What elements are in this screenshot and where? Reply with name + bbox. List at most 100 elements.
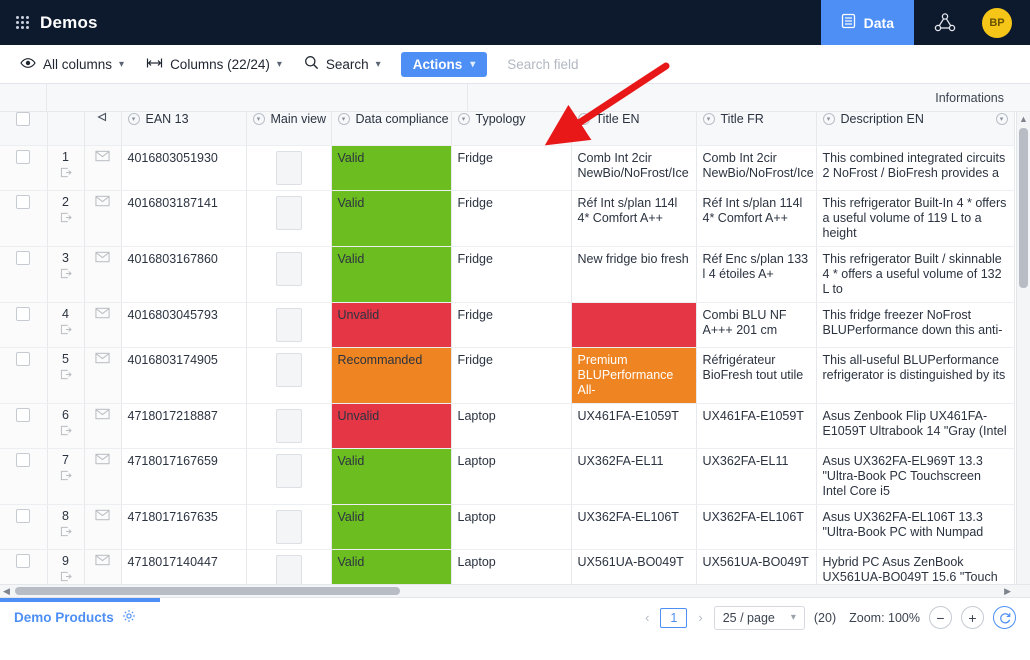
- scroll-left-icon[interactable]: ◀: [0, 586, 13, 597]
- columns-button[interactable]: Columns (22/24) ▾: [138, 53, 290, 76]
- header-description-en[interactable]: ▾ Description EN ▾: [816, 112, 1014, 145]
- cell-ean13[interactable]: 4718017140447: [121, 549, 246, 584]
- vertical-scrollbar[interactable]: ▲: [1016, 112, 1030, 584]
- envelope-icon[interactable]: [95, 409, 110, 423]
- cell-title-en[interactable]: Comb Int 2cir NewBio/NoFrost/Ice: [571, 145, 696, 190]
- cell-title-fr[interactable]: Réfrigérateur BioFresh tout utile: [696, 347, 816, 403]
- cell-data-compliance[interactable]: Valid: [331, 190, 451, 246]
- cell-data-compliance[interactable]: Valid: [331, 549, 451, 584]
- row-checkbox-cell[interactable]: [0, 549, 47, 584]
- table-row[interactable]: 34016803167860ValidFridgeNew fridge bio …: [0, 246, 1014, 302]
- table-row[interactable]: 74718017167659ValidLaptopUX362FA-EL11UX3…: [0, 448, 1014, 504]
- open-record-icon[interactable]: [60, 324, 72, 339]
- row-checkbox-cell[interactable]: [0, 504, 47, 549]
- next-page-button[interactable]: ›: [696, 610, 704, 625]
- open-record-icon[interactable]: [60, 212, 72, 227]
- cell-title-fr[interactable]: UX362FA-EL11: [696, 448, 816, 504]
- product-thumbnail-icon[interactable]: [276, 353, 302, 387]
- avatar[interactable]: BP: [982, 8, 1012, 38]
- zoom-out-button[interactable]: −: [929, 606, 952, 629]
- cell-ean13[interactable]: 4718017218887: [121, 403, 246, 448]
- cell-description-en[interactable]: Asus Zenbook Flip UX461FA-E1059T Ultrabo…: [816, 403, 1014, 448]
- row-checkbox[interactable]: [16, 195, 30, 209]
- chevron-down-icon[interactable]: ▾: [996, 113, 1008, 125]
- cell-typology[interactable]: Fridge: [451, 246, 571, 302]
- cell-main-view[interactable]: [246, 190, 331, 246]
- cell-ean13[interactable]: 4016803167860: [121, 246, 246, 302]
- header-typology[interactable]: ▾ Typology: [451, 112, 571, 145]
- product-thumbnail-icon[interactable]: [276, 308, 302, 342]
- row-checkbox-cell[interactable]: [0, 145, 47, 190]
- header-title-fr[interactable]: ▾ Title FR: [696, 112, 816, 145]
- row-checkbox-cell[interactable]: [0, 448, 47, 504]
- open-record-icon[interactable]: [60, 167, 72, 182]
- cell-description-en[interactable]: Hybrid PC Asus ZenBook UX561UA-BO049T 15…: [816, 549, 1014, 584]
- cell-data-compliance[interactable]: Valid: [331, 246, 451, 302]
- cell-main-view[interactable]: [246, 504, 331, 549]
- envelope-icon[interactable]: [95, 353, 110, 367]
- cell-data-compliance[interactable]: Valid: [331, 145, 451, 190]
- cell-description-en[interactable]: This fridge freezer NoFrost BLUPerforman…: [816, 302, 1014, 347]
- prev-page-button[interactable]: ‹: [643, 610, 651, 625]
- actions-button[interactable]: Actions ▾: [401, 52, 488, 77]
- cell-typology[interactable]: Fridge: [451, 302, 571, 347]
- row-checkbox[interactable]: [16, 453, 30, 467]
- cell-main-view[interactable]: [246, 246, 331, 302]
- scroll-up-icon[interactable]: ▲: [1019, 112, 1028, 126]
- cell-typology[interactable]: Fridge: [451, 145, 571, 190]
- cell-title-fr[interactable]: Réf Int s/plan 114l 4* Comfort A++: [696, 190, 816, 246]
- select-all-checkbox[interactable]: [16, 112, 30, 126]
- search-input[interactable]: [507, 57, 757, 72]
- cell-data-compliance[interactable]: Unvalid: [331, 403, 451, 448]
- chevron-down-icon[interactable]: ▾: [253, 113, 265, 125]
- cell-data-compliance[interactable]: Unvalid: [331, 302, 451, 347]
- envelope-icon[interactable]: [95, 196, 110, 210]
- header-data-compliance[interactable]: ▾ Data compliance: [331, 112, 451, 145]
- row-message-cell[interactable]: [84, 347, 121, 403]
- cell-title-fr[interactable]: Combi BLU NF A+++ 201 cm: [696, 302, 816, 347]
- cell-typology[interactable]: Laptop: [451, 549, 571, 584]
- open-record-icon[interactable]: [60, 526, 72, 541]
- row-checkbox-cell[interactable]: [0, 302, 47, 347]
- product-thumbnail-icon[interactable]: [276, 454, 302, 488]
- cell-title-fr[interactable]: UX362FA-EL106T: [696, 504, 816, 549]
- cell-title-en[interactable]: Réf Int s/plan 114l 4* Comfort A++: [571, 190, 696, 246]
- table-row[interactable]: 44016803045793UnvalidFridgeCombi BLU NF …: [0, 302, 1014, 347]
- row-checkbox[interactable]: [16, 509, 30, 523]
- row-checkbox-cell[interactable]: [0, 190, 47, 246]
- cell-description-en[interactable]: This all-useful BLUPerformance refrigera…: [816, 347, 1014, 403]
- product-thumbnail-icon[interactable]: [276, 151, 302, 185]
- cell-description-en[interactable]: Asus UX362FA-EL969T 13.3 "Ultra-Book PC …: [816, 448, 1014, 504]
- cell-description-en[interactable]: This refrigerator Built / skinnable 4 * …: [816, 246, 1014, 302]
- cell-title-fr[interactable]: UX561UA-BO049T: [696, 549, 816, 584]
- row-message-cell[interactable]: [84, 145, 121, 190]
- row-checkbox[interactable]: [16, 150, 30, 164]
- envelope-icon[interactable]: [95, 252, 110, 266]
- row-message-cell[interactable]: [84, 302, 121, 347]
- chevron-down-icon[interactable]: ▾: [823, 113, 835, 125]
- table-row[interactable]: 84718017167635ValidLaptopUX362FA-EL106TU…: [0, 504, 1014, 549]
- row-checkbox[interactable]: [16, 554, 30, 568]
- row-message-cell[interactable]: [84, 448, 121, 504]
- cell-title-fr[interactable]: Comb Int 2cir NewBio/NoFrost/Ice: [696, 145, 816, 190]
- cell-main-view[interactable]: [246, 347, 331, 403]
- chevron-down-icon[interactable]: ▾: [703, 113, 715, 125]
- row-message-cell[interactable]: [84, 403, 121, 448]
- search-button[interactable]: Search ▾: [296, 51, 389, 77]
- cell-ean13[interactable]: 4718017167659: [121, 448, 246, 504]
- scroll-right-icon[interactable]: ▶: [1001, 586, 1014, 597]
- row-checkbox-cell[interactable]: [0, 347, 47, 403]
- cell-data-compliance[interactable]: Valid: [331, 504, 451, 549]
- open-record-icon[interactable]: [60, 268, 72, 283]
- cell-title-en[interactable]: Premium BLUPerformance All-: [571, 347, 696, 403]
- cell-ean13[interactable]: 4016803051930: [121, 145, 246, 190]
- row-message-cell[interactable]: [84, 504, 121, 549]
- cell-data-compliance[interactable]: Valid: [331, 448, 451, 504]
- all-columns-button[interactable]: All columns ▾: [12, 53, 132, 76]
- header-main-view[interactable]: ▾ Main view: [246, 112, 331, 145]
- cell-typology[interactable]: Fridge: [451, 190, 571, 246]
- table-row[interactable]: 24016803187141ValidFridgeRéf Int s/plan …: [0, 190, 1014, 246]
- header-title-en[interactable]: ▾ Title EN: [571, 112, 696, 145]
- open-record-icon[interactable]: [60, 425, 72, 440]
- product-thumbnail-icon[interactable]: [276, 510, 302, 544]
